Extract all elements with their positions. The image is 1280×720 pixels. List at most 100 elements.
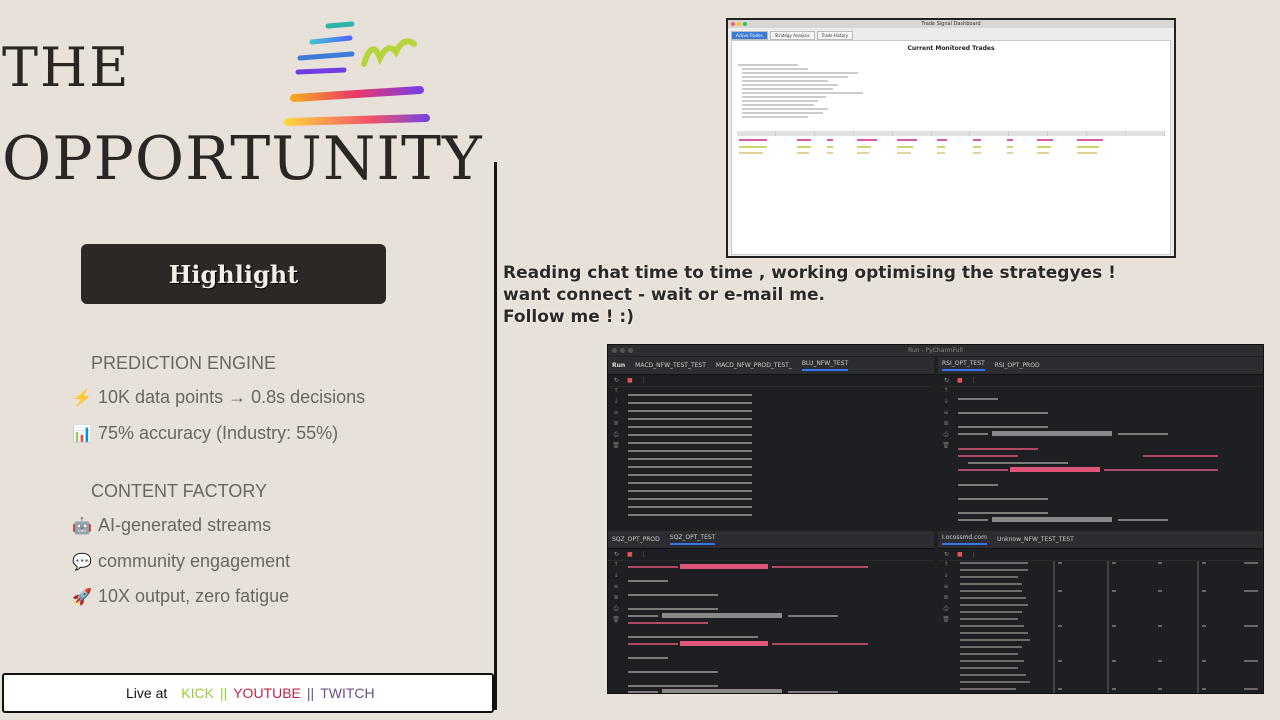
- trades-table-header: [737, 131, 1165, 136]
- vertical-divider: [494, 162, 497, 710]
- window-title: Run - PyCharmFull: [908, 347, 963, 354]
- tab-run-config[interactable]: MACD_NFW_TEST_TEST: [635, 362, 706, 369]
- print-icon[interactable]: ⎙: [608, 605, 624, 616]
- live-platforms-bar: Live at KICK || YOUTUBE || TWITCH: [2, 673, 494, 713]
- print-icon[interactable]: ⎙: [938, 605, 954, 616]
- section-heading-content-factory: CONTENT FACTORY: [91, 481, 268, 501]
- tab-run-config[interactable]: BLU_NFW_TEST: [801, 360, 849, 371]
- print-icon[interactable]: ⎙: [938, 431, 954, 442]
- tab-active-trades[interactable]: Active Trades: [731, 31, 768, 40]
- feature-text: 10K data points → 0.8s decisions: [98, 387, 366, 407]
- tab-strategy-analysis[interactable]: Strategy Analysis: [769, 31, 815, 40]
- tab-run-config[interactable]: MACD_NFW_PROD_TEST_: [716, 362, 792, 369]
- highlight-label: Highlight: [168, 259, 299, 289]
- tab-run-config[interactable]: Unknow_NFW_TEST_TEST: [997, 536, 1074, 543]
- tab-run-config[interactable]: SQZ_OPT_PROD: [612, 536, 660, 543]
- more-icon[interactable]: ⋮: [971, 551, 977, 558]
- title-the: THE: [2, 36, 131, 99]
- rerun-icon[interactable]: ↻: [944, 551, 949, 558]
- rerun-icon[interactable]: ↻: [614, 377, 619, 384]
- stop-icon[interactable]: ■: [627, 551, 633, 558]
- wrap-icon[interactable]: ≡: [938, 583, 954, 594]
- robot-icon: 🤖: [72, 517, 92, 535]
- stream-message-line: Follow me ! :): [503, 307, 634, 327]
- stop-icon[interactable]: ■: [957, 551, 963, 558]
- tab-run-config[interactable]: RSI_OPT_PROD: [995, 362, 1040, 369]
- separator: ||: [306, 685, 315, 701]
- trash-icon[interactable]: 🗑: [608, 442, 624, 453]
- down-icon[interactable]: ↓: [938, 398, 954, 409]
- highlight-badge: Highlight: [81, 244, 386, 304]
- feature-text: 75% accuracy (Industry: 55%): [98, 423, 339, 443]
- up-icon[interactable]: ↑: [938, 387, 954, 398]
- console-output-lines: [958, 398, 1218, 522]
- feature-item: ⚡ 10K data points → 0.8s decisions: [72, 387, 365, 408]
- wrap-icon[interactable]: ≡: [938, 409, 954, 420]
- stream-message-line: want connect - wait or e-mail me.: [503, 285, 825, 305]
- trash-icon[interactable]: 🗑: [608, 616, 624, 627]
- window-titlebar: Run - PyCharmFull: [608, 345, 1263, 356]
- twitch-link[interactable]: TWITCH: [320, 685, 374, 701]
- tab-run-config[interactable]: SQZ_OPT_TEST: [669, 534, 716, 545]
- bar-chart-icon: 📊: [72, 425, 92, 443]
- down-icon[interactable]: ↓: [608, 572, 624, 583]
- filter-icon[interactable]: ≣: [938, 420, 954, 431]
- run-label: Run: [612, 362, 626, 369]
- stop-icon[interactable]: ■: [627, 377, 633, 384]
- rocket-icon: 🚀: [72, 588, 92, 606]
- rerun-icon[interactable]: ↻: [944, 377, 949, 384]
- run-pane-macd: Run MACD_NFW_TEST_TEST MACD_NFW_PROD_TES…: [608, 357, 934, 529]
- down-icon[interactable]: ↓: [608, 398, 624, 409]
- tab-trade-history[interactable]: Trade History: [816, 31, 854, 40]
- minimize-icon[interactable]: [620, 348, 625, 353]
- stop-icon[interactable]: ■: [957, 377, 963, 384]
- close-icon[interactable]: [612, 348, 617, 353]
- run-pane-sqz: SQZ_OPT_PROD SQZ_OPT_TEST ↻ ■ ⋮ ↑ ↓ ≡ ≣ ⎙ 🗑: [608, 531, 934, 693]
- rerun-icon[interactable]: ↻: [614, 551, 619, 558]
- maximize-icon[interactable]: [628, 348, 633, 353]
- pycharm-run-window: Run - PyCharmFull Run MACD_NFW_TEST_TEST…: [607, 344, 1264, 694]
- strategy-table-lines: [960, 561, 1258, 693]
- feature-item: 📊 75% accuracy (Industry: 55%): [72, 423, 338, 444]
- window-title: Trade Signal Dashboard: [921, 21, 981, 27]
- console-output-lines: [628, 564, 868, 693]
- dashboard-content: Current Monitored Trades: [731, 40, 1171, 255]
- run-pane-rsi: RSI_OPT_TEST RSI_OPT_PROD ↻ ■ ⋮ ↑ ↓ ≡ ≣ ⎙ 🗑: [938, 357, 1263, 529]
- log-text-lines: [738, 64, 863, 118]
- section-heading-prediction-engine: PREDICTION ENGINE: [91, 353, 277, 373]
- dashboard-heading: Current Monitored Trades: [907, 45, 995, 52]
- live-label: Live at: [126, 685, 168, 701]
- wrap-icon[interactable]: ≡: [608, 409, 624, 420]
- kick-link[interactable]: KICK: [181, 685, 214, 701]
- feature-item: 🤖 AI-generated streams: [72, 515, 271, 536]
- lightning-icon: ⚡: [72, 389, 92, 407]
- feature-item: 🚀 10X output, zero fatigue: [72, 586, 289, 607]
- rainbow-swoosh-graphic: [284, 21, 430, 126]
- filter-icon[interactable]: ≣: [608, 594, 624, 605]
- wrap-icon[interactable]: ≡: [608, 583, 624, 594]
- up-icon[interactable]: ↑: [608, 387, 624, 398]
- trash-icon[interactable]: 🗑: [938, 616, 954, 627]
- feature-text: community engagement: [98, 551, 291, 571]
- trash-icon[interactable]: 🗑: [938, 442, 954, 453]
- youtube-link[interactable]: YOUTUBE: [233, 685, 301, 701]
- console-output-lines: [628, 394, 752, 516]
- stream-message: Reading chat time to time , working opti…: [503, 262, 1116, 328]
- up-icon[interactable]: ↑: [938, 561, 954, 572]
- tab-run-config[interactable]: I.ocossmd.com: [942, 534, 987, 545]
- more-icon[interactable]: ⋮: [971, 377, 977, 384]
- filter-icon[interactable]: ≣: [608, 420, 624, 431]
- tab-run-config[interactable]: RSI_OPT_TEST: [942, 360, 985, 371]
- down-icon[interactable]: ↓: [938, 572, 954, 583]
- print-icon[interactable]: ⎙: [608, 431, 624, 442]
- filter-icon[interactable]: ≣: [938, 594, 954, 605]
- speech-bubble-icon: 💬: [72, 553, 92, 571]
- feature-item: 💬 community engagement: [72, 551, 290, 572]
- trades-table-rows: [739, 139, 1103, 154]
- feature-text: AI-generated streams: [98, 515, 272, 535]
- run-pane-unknow: I.ocossmd.com Unknow_NFW_TEST_TEST ↻ ■ ⋮ ↑…: [938, 531, 1263, 693]
- up-icon[interactable]: ↑: [608, 561, 624, 572]
- more-icon[interactable]: ⋮: [641, 377, 647, 384]
- feature-text: 10X output, zero fatigue: [98, 586, 290, 606]
- more-icon[interactable]: ⋮: [641, 551, 647, 558]
